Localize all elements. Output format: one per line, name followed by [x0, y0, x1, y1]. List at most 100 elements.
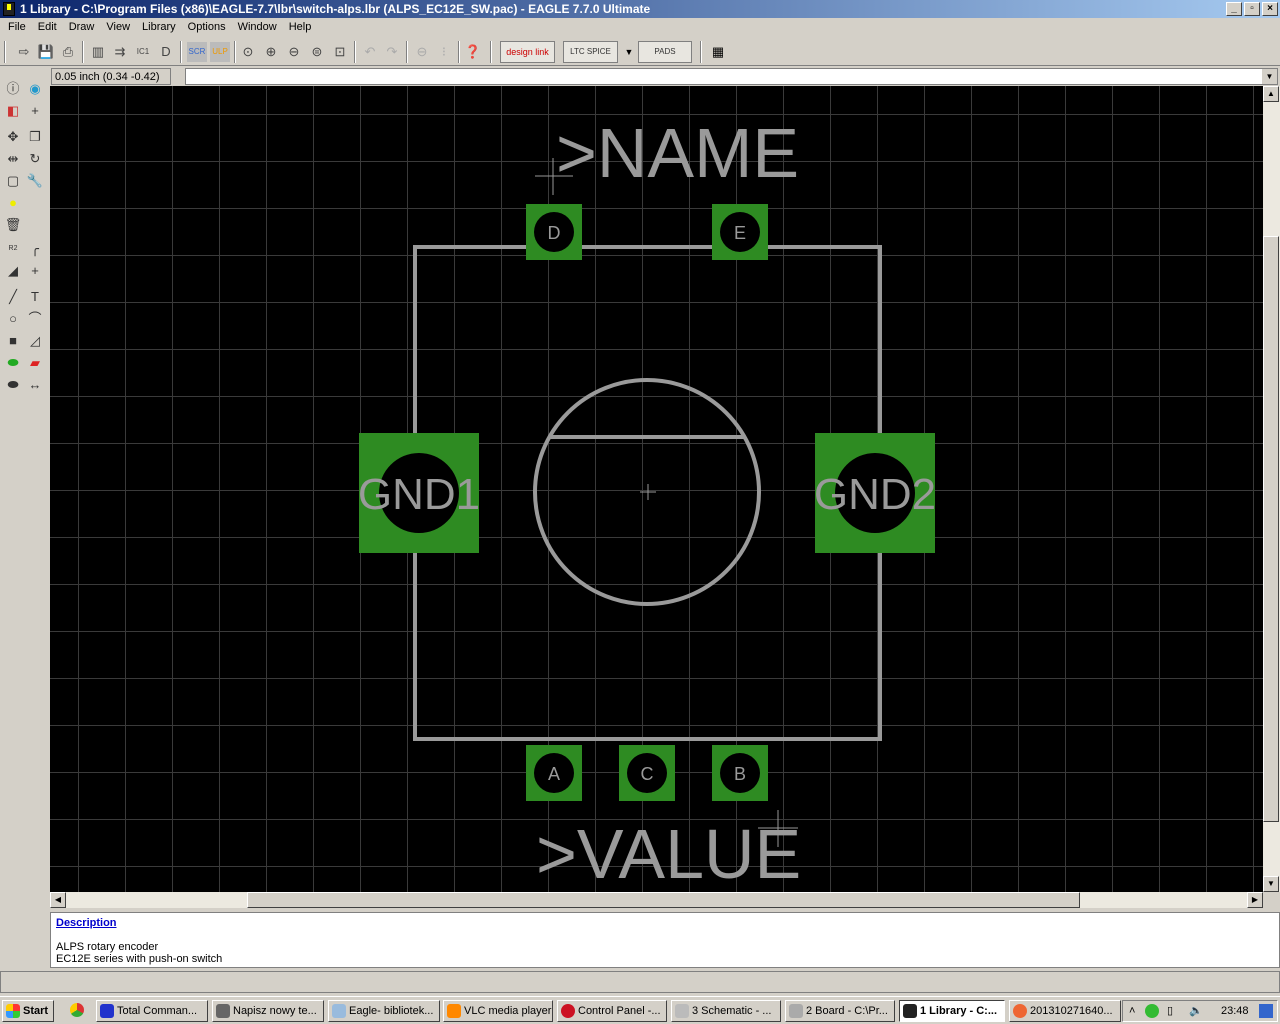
pad-c[interactable]: C [619, 745, 675, 801]
task-napisz[interactable]: Napisz nowy te... [212, 1000, 324, 1022]
task-library[interactable]: 1 Library - C:... [899, 1000, 1005, 1022]
show-icon[interactable]: ◉ [26, 80, 44, 98]
change-wrench-icon[interactable]: 🔧 [26, 172, 44, 190]
task-image[interactable]: 201310271640... [1009, 1000, 1121, 1022]
group-icon[interactable]: ▢ [4, 172, 22, 190]
volume-icon[interactable]: 🔈 [1189, 1001, 1203, 1021]
menu-help[interactable]: Help [283, 18, 318, 37]
hole-icon[interactable]: ⬬ [4, 376, 22, 394]
maximize-button[interactable]: ▫ [1244, 2, 1260, 16]
pads-button[interactable]: PADS [638, 41, 692, 63]
name-label[interactable]: >NAME [556, 114, 799, 192]
description-link[interactable]: Description [56, 917, 1274, 929]
ic1-icon[interactable]: IC1 [133, 42, 153, 62]
show-desktop-icon[interactable] [1259, 1004, 1273, 1018]
dimension-icon[interactable]: ↔ [26, 376, 44, 394]
value-label[interactable]: >VALUE [536, 815, 801, 892]
minimize-button[interactable]: _ [1226, 2, 1242, 16]
origin-cross [640, 484, 656, 500]
pad-icon[interactable]: ⬬ [4, 354, 22, 372]
scroll-right-icon[interactable]: ▶ [1247, 892, 1263, 908]
undo-icon[interactable]: ↶ [360, 42, 380, 62]
network-icon[interactable]: ▯ [1167, 1001, 1173, 1021]
task-schematic[interactable]: 3 Schematic - ... [671, 1000, 781, 1022]
task-control-panel[interactable]: Control Panel -... [557, 1000, 667, 1022]
redraw-icon[interactable]: ⊜ [307, 42, 327, 62]
task-board[interactable]: 2 Board - C:\Pr... [785, 1000, 895, 1022]
menu-library[interactable]: Library [136, 18, 182, 37]
task-eagle-biblioteka[interactable]: Eagle- bibliotek... [328, 1000, 440, 1022]
menu-draw[interactable]: Draw [63, 18, 101, 37]
chevron-down-icon[interactable]: ▼ [1262, 69, 1277, 84]
close-button[interactable]: × [1262, 2, 1278, 16]
scroll-thumb[interactable] [1263, 236, 1279, 822]
start-button[interactable]: Start [2, 1000, 54, 1022]
pad-d[interactable]: D [526, 204, 582, 260]
mark-icon[interactable]: + [26, 102, 44, 120]
zoom-select-icon[interactable]: ⊡ [330, 42, 350, 62]
polygon-icon[interactable]: ◿ [26, 332, 44, 350]
smd-icon[interactable]: ▰ [26, 354, 44, 372]
task-total-commander[interactable]: Total Comman... [96, 1000, 208, 1022]
optimize-icon[interactable]: + [26, 262, 44, 280]
copy-icon[interactable]: ❐ [26, 128, 44, 146]
paste-icon[interactable]: ● [4, 194, 22, 212]
update-icon[interactable] [1145, 1004, 1159, 1018]
zoom-in-icon[interactable]: ⊕ [261, 42, 281, 62]
scroll-up-icon[interactable]: ▲ [1263, 86, 1279, 102]
mirror-icon[interactable]: ⇹ [4, 150, 22, 168]
print-icon[interactable]: ⎙ [58, 42, 78, 62]
miter-icon[interactable]: ╭ [26, 240, 44, 258]
circle-icon[interactable]: ○ [4, 310, 22, 328]
menu-options[interactable]: Options [182, 18, 232, 37]
zoom-fit-icon[interactable]: ⊙ [238, 42, 258, 62]
ulp-icon[interactable]: ULP [210, 42, 230, 62]
pad-b[interactable]: B [712, 745, 768, 801]
script-icon[interactable]: SCR [187, 42, 207, 62]
scroll-left-icon[interactable]: ◀ [50, 892, 66, 908]
open-icon[interactable]: ⇨ [14, 42, 34, 62]
pad-a[interactable]: A [526, 745, 582, 801]
ltspice-button[interactable]: LTC SPICE [563, 41, 618, 63]
delete-icon[interactable]: 🗑 [4, 216, 22, 234]
show-hidden-icon[interactable]: ˄ [1129, 1001, 1135, 1021]
chrome-icon[interactable] [70, 1003, 84, 1017]
wire-icon[interactable]: ╱ [4, 288, 22, 306]
pad-gnd1[interactable]: GND1 [358, 433, 480, 553]
name-icon[interactable]: R2 [4, 240, 22, 258]
info-icon[interactable]: ⓘ [4, 80, 22, 98]
gate-icon[interactable]: D [156, 42, 176, 62]
display-layers-icon[interactable]: ◧ [4, 102, 22, 120]
chevron-down-icon[interactable]: ▼ [619, 42, 639, 62]
move-icon[interactable]: ✥ [4, 128, 22, 146]
menu-file[interactable]: File [2, 18, 32, 37]
design-link-button[interactable]: design link [500, 41, 555, 63]
rotate-icon[interactable]: ↻ [26, 150, 44, 168]
scroll-down-icon[interactable]: ▼ [1263, 876, 1279, 892]
horizontal-scrollbar[interactable]: ◀ ▶ [50, 892, 1263, 908]
use-library-icon[interactable]: ⇉ [110, 42, 130, 62]
task-vlc[interactable]: VLC media player [443, 1000, 553, 1022]
zoom-out-icon[interactable]: ⊖ [284, 42, 304, 62]
arc-icon[interactable]: ⌒ [26, 310, 44, 328]
menu-view[interactable]: View [100, 18, 136, 37]
go-icon[interactable]: ⁝ [434, 42, 454, 62]
redo-icon[interactable]: ↷ [382, 42, 402, 62]
rect-icon[interactable]: ■ [4, 332, 22, 350]
pad-e[interactable]: E [712, 204, 768, 260]
help-icon[interactable]: ❓ [463, 42, 483, 62]
menu-edit[interactable]: Edit [32, 18, 63, 37]
command-input[interactable]: ▼ [185, 68, 1278, 85]
menu-window[interactable]: Window [232, 18, 283, 37]
drawing-canvas[interactable]: >NAME >VALUE D E A C B GND1 GND2 [50, 86, 1263, 892]
text-icon[interactable]: T [26, 288, 44, 306]
pad-gnd2[interactable]: GND2 [814, 433, 936, 553]
grid-icon[interactable]: ▦ [708, 42, 728, 62]
vertical-scrollbar[interactable]: ▲ ▼ [1263, 86, 1280, 892]
save-icon[interactable]: 💾 [36, 42, 56, 62]
clock[interactable]: 23:48 [1221, 1001, 1249, 1021]
library-book-icon[interactable]: ▥ [88, 42, 108, 62]
stop-icon[interactable]: ⊖ [412, 42, 432, 62]
split-icon[interactable]: ◢ [4, 262, 22, 280]
scroll-thumb[interactable] [247, 892, 1080, 908]
